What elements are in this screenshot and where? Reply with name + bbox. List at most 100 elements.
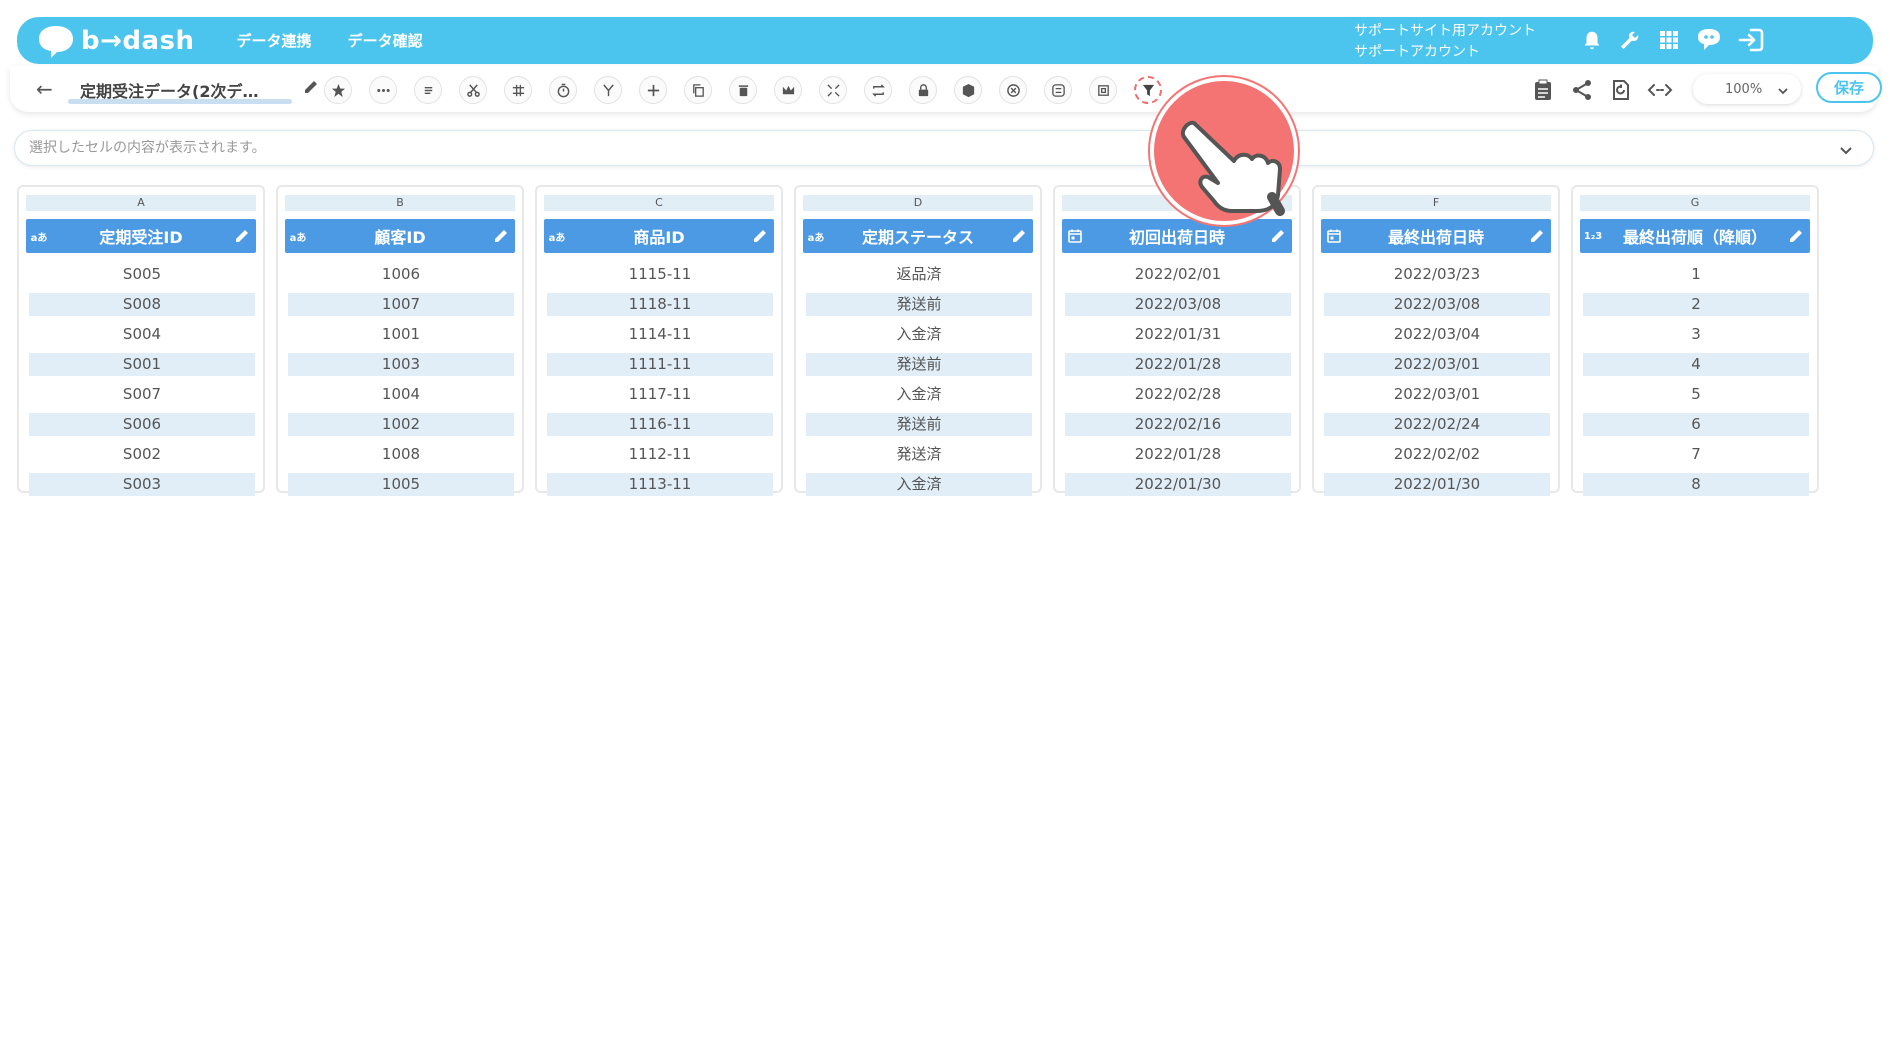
cell-content-input[interactable] [29, 138, 1809, 158]
table-cell[interactable]: 1006 [288, 263, 514, 286]
zoom-select[interactable]: 100% [1693, 74, 1801, 104]
table-cell[interactable]: 2022/03/08 [1324, 293, 1550, 316]
table-cell[interactable]: 発送済 [806, 443, 1032, 466]
table-cell[interactable]: 入金済 [806, 473, 1032, 496]
table-cell[interactable]: 1001 [288, 323, 514, 346]
account-info[interactable]: サポートサイト用アカウント サポートアカウント [1354, 21, 1536, 63]
package-icon[interactable] [954, 76, 982, 104]
column-header[interactable]: aあ 顧客ID [285, 219, 515, 253]
table-cell[interactable]: 2022/01/28 [1065, 443, 1291, 466]
edit-title-icon[interactable] [302, 78, 320, 96]
star-icon[interactable] [324, 76, 352, 104]
column-header[interactable]: aあ 定期ステータス [803, 219, 1033, 253]
table-cell[interactable]: 2022/03/23 [1324, 263, 1550, 286]
logout-icon[interactable] [1736, 25, 1766, 55]
table-cell[interactable]: 2022/02/28 [1065, 383, 1291, 406]
table-cell[interactable]: 2022/01/30 [1324, 473, 1550, 496]
table-cell[interactable]: 1005 [288, 473, 514, 496]
table-cell[interactable]: 2022/03/08 [1065, 293, 1291, 316]
table-cell[interactable]: S003 [29, 473, 255, 496]
table-cell[interactable]: 3 [1583, 323, 1809, 346]
back-arrow-icon[interactable]: ← [36, 77, 53, 101]
trash-icon[interactable] [729, 76, 757, 104]
edit-pencil-icon[interactable] [751, 227, 769, 245]
nav-data-integration[interactable]: データ連携 [237, 30, 312, 51]
table-cell[interactable]: 5 [1583, 383, 1809, 406]
table-cell[interactable]: 8 [1583, 473, 1809, 496]
chatbot-icon[interactable] [1694, 25, 1724, 55]
timer-icon[interactable] [549, 76, 577, 104]
column-letter[interactable]: A [26, 195, 256, 211]
table-cell[interactable]: S002 [29, 443, 255, 466]
table-cell[interactable]: 1114-11 [547, 323, 773, 346]
table-cell[interactable]: 2022/01/28 [1065, 353, 1291, 376]
table-cell[interactable]: 1007 [288, 293, 514, 316]
branch-icon[interactable] [594, 76, 622, 104]
copy-icon[interactable] [684, 76, 712, 104]
column-header[interactable]: 1₂3 最終出荷順（降順） [1580, 219, 1810, 253]
table-cell[interactable]: 1117-11 [547, 383, 773, 406]
swap-icon[interactable] [1044, 76, 1072, 104]
share-icon[interactable] [1569, 77, 1595, 103]
close-circle-icon[interactable] [999, 76, 1027, 104]
table-cell[interactable]: 1113-11 [547, 473, 773, 496]
save-button[interactable]: 保存 [1816, 72, 1882, 103]
column-letter[interactable]: F [1321, 195, 1551, 211]
table-cell[interactable]: 2 [1583, 293, 1809, 316]
frame-icon[interactable] [1089, 76, 1117, 104]
table-cell[interactable]: S001 [29, 353, 255, 376]
lock-icon[interactable] [909, 76, 937, 104]
table-cell[interactable]: 1008 [288, 443, 514, 466]
expand-chevron-icon[interactable] [1839, 142, 1853, 161]
table-cell[interactable]: 2022/01/30 [1065, 473, 1291, 496]
edit-pencil-icon[interactable] [1010, 227, 1028, 245]
table-cell[interactable]: S008 [29, 293, 255, 316]
table-cell[interactable]: 4 [1583, 353, 1809, 376]
table-cell[interactable]: 1004 [288, 383, 514, 406]
table-cell[interactable]: 入金済 [806, 383, 1032, 406]
table-cell[interactable]: 1002 [288, 413, 514, 436]
wrench-icon[interactable] [1615, 25, 1645, 55]
column-letter[interactable]: C [544, 195, 774, 211]
table-cell[interactable]: S006 [29, 413, 255, 436]
collapse-icon[interactable] [819, 76, 847, 104]
apps-grid-icon[interactable] [1654, 25, 1684, 55]
table-cell[interactable]: 1112-11 [547, 443, 773, 466]
edit-pencil-icon[interactable] [1528, 227, 1546, 245]
table-cell[interactable]: 7 [1583, 443, 1809, 466]
refresh-icon[interactable] [1608, 77, 1634, 103]
table-cell[interactable]: 1003 [288, 353, 514, 376]
table-cell[interactable]: 2022/03/04 [1324, 323, 1550, 346]
code-icon[interactable] [1647, 77, 1673, 103]
more-icon[interactable] [369, 76, 397, 104]
crown-icon[interactable] [774, 76, 802, 104]
table-cell[interactable]: 1 [1583, 263, 1809, 286]
table-cell[interactable]: 2022/02/16 [1065, 413, 1291, 436]
list-icon[interactable] [414, 76, 442, 104]
table-cell[interactable]: 2022/02/02 [1324, 443, 1550, 466]
table-cell[interactable]: 1116-11 [547, 413, 773, 436]
scissors-icon[interactable] [459, 76, 487, 104]
table-cell[interactable]: 2022/02/24 [1324, 413, 1550, 436]
edit-pencil-icon[interactable] [233, 227, 251, 245]
table-cell[interactable]: S005 [29, 263, 255, 286]
table-cell[interactable]: 1115-11 [547, 263, 773, 286]
table-cell[interactable]: 2022/01/31 [1065, 323, 1291, 346]
table-cell[interactable]: 返品済 [806, 263, 1032, 286]
edit-pencil-icon[interactable] [1269, 227, 1287, 245]
table-cell[interactable]: 2022/03/01 [1324, 353, 1550, 376]
table-cell[interactable]: 1111-11 [547, 353, 773, 376]
nav-data-check[interactable]: データ確認 [348, 30, 423, 51]
column-header[interactable]: 初回出荷日時 [1062, 219, 1292, 253]
table-cell[interactable]: 1118-11 [547, 293, 773, 316]
table-cell[interactable]: S007 [29, 383, 255, 406]
column-header[interactable]: 最終出荷日時 [1321, 219, 1551, 253]
column-header[interactable]: aあ 商品ID [544, 219, 774, 253]
column-letter[interactable]: D [803, 195, 1033, 211]
transform-icon[interactable] [504, 76, 532, 104]
table-cell[interactable]: 2022/02/01 [1065, 263, 1291, 286]
logo[interactable]: b→dash [35, 25, 195, 58]
column-header[interactable]: aあ 定期受注ID [26, 219, 256, 253]
table-cell[interactable]: 6 [1583, 413, 1809, 436]
table-cell[interactable]: 発送前 [806, 413, 1032, 436]
